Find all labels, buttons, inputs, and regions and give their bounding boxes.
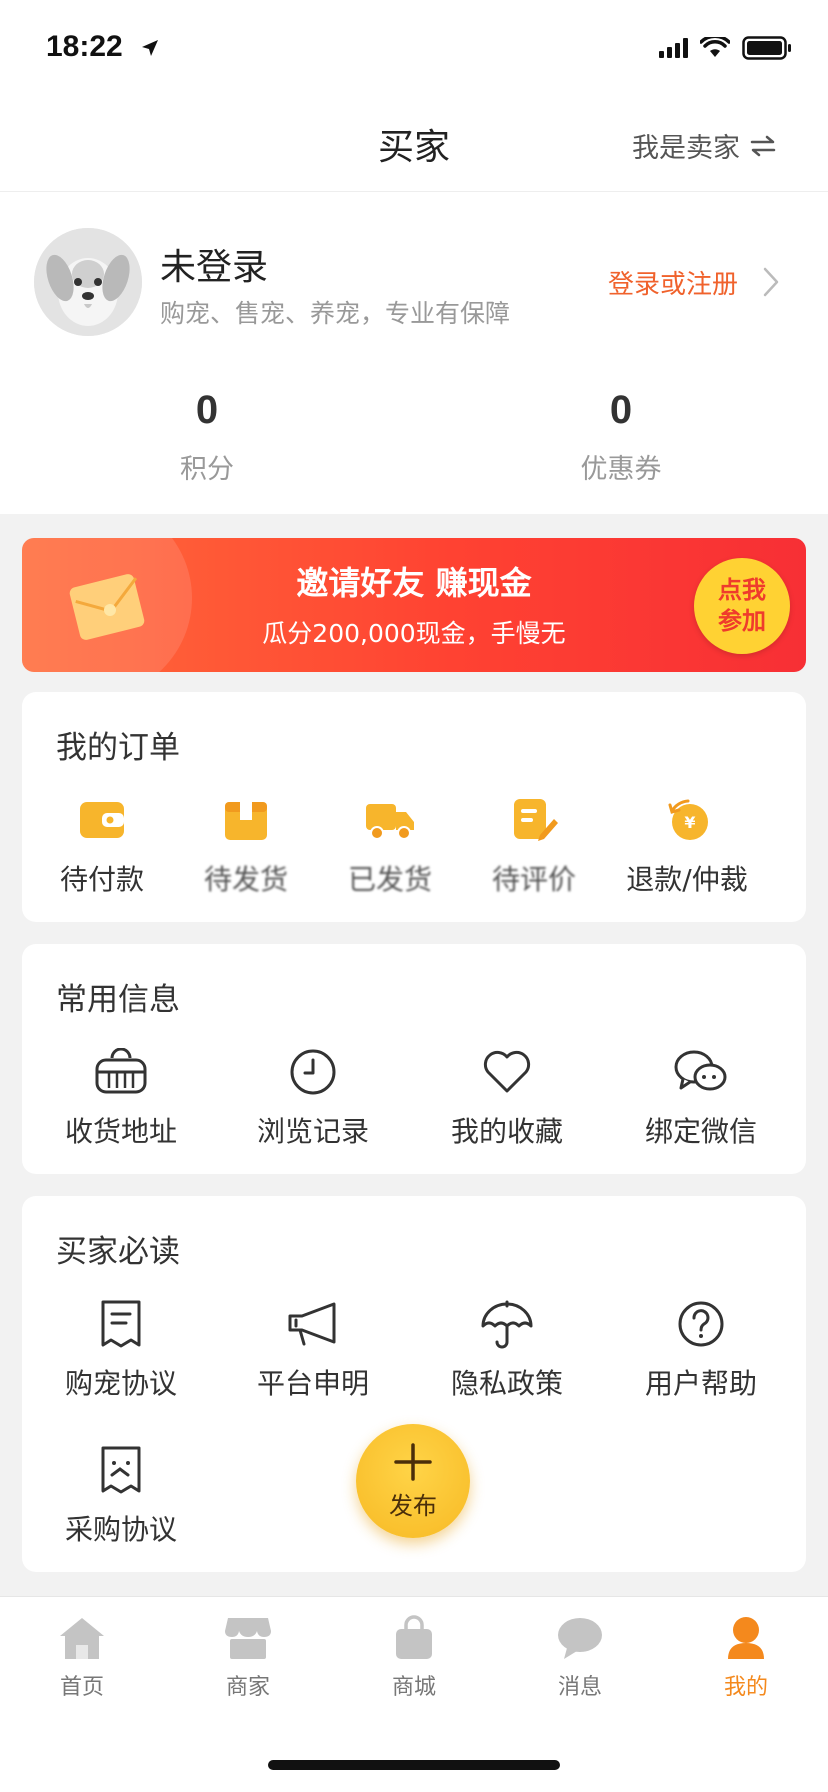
avatar[interactable] (34, 228, 142, 336)
procurement-agreement-item[interactable]: 采购协议 (48, 1442, 194, 1548)
megaphone-icon (285, 1296, 341, 1352)
section-title: 买家必读 (56, 1234, 180, 1270)
chevron-right-icon[interactable] (762, 266, 780, 298)
wifi-icon (700, 37, 730, 57)
box-icon (218, 792, 274, 848)
info-label: 浏览记录 (256, 1115, 369, 1148)
clock-icon (285, 1044, 341, 1100)
banner-subtitle: 瓜分200,000现金，手慢无 (262, 619, 566, 648)
swap-icon (750, 135, 776, 156)
umbrella-icon (479, 1296, 535, 1352)
privacy-policy-item[interactable]: 隐私政策 (434, 1296, 580, 1402)
location-arrow-icon (142, 40, 158, 56)
stat-value: 0 (195, 388, 219, 432)
order-label: 退款/仲裁 (626, 863, 748, 896)
chat-icon (558, 1618, 602, 1659)
home-indicator[interactable] (268, 1760, 560, 1770)
tab-mall[interactable]: 商城 (354, 1615, 474, 1701)
order-label: 待评价 (491, 863, 576, 896)
invite-banner[interactable]: 邀请好友 赚现金 瓜分200,000现金，手慢无 点我 参加 (22, 538, 806, 672)
dog-avatar-icon (34, 228, 142, 336)
section-title: 常用信息 (56, 982, 180, 1018)
nav-bar: 买家 我是卖家 (0, 96, 828, 192)
stat-value: 0 (609, 388, 633, 432)
tab-label: 商家 (225, 1675, 270, 1700)
svg-text:¥: ¥ (684, 813, 695, 832)
refund-icon: ¥ (659, 792, 715, 848)
shipping-address-item[interactable]: 收货地址 (48, 1044, 194, 1150)
join-button-line2: 参加 (718, 607, 766, 635)
order-pending-payment[interactable]: 待付款 (46, 792, 158, 898)
platform-statement-item[interactable]: 平台申明 (240, 1296, 386, 1402)
user-help-item[interactable]: 用户帮助 (628, 1296, 774, 1402)
status-indicators (659, 36, 792, 60)
cellular-signal-icon (659, 38, 688, 58)
review-icon (506, 792, 562, 848)
pet-carrier-icon (93, 1044, 149, 1100)
section-title: 我的订单 (56, 730, 180, 766)
battery-icon (742, 36, 791, 60)
tab-label: 我的 (723, 1675, 768, 1700)
home-icon (60, 1618, 104, 1659)
browsing-history-item[interactable]: 浏览记录 (240, 1044, 386, 1150)
common-info-card: 常用信息 收货地址 浏览记录 我的收藏 绑定微信 (22, 944, 806, 1174)
tab-messages[interactable]: 消息 (520, 1615, 640, 1701)
truck-icon (362, 792, 418, 848)
publish-button[interactable]: 发布 (356, 1424, 470, 1538)
stat-coupons[interactable]: 0 优惠券 (414, 388, 828, 486)
user-icon (728, 1617, 764, 1659)
info-label: 我的收藏 (450, 1115, 563, 1148)
banner-title: 邀请好友 赚现金 (296, 564, 532, 602)
order-label: 待发货 (203, 863, 288, 896)
order-label: 待付款 (59, 863, 144, 896)
my-favorites-item[interactable]: 我的收藏 (434, 1044, 580, 1150)
doc-label: 采购协议 (64, 1513, 177, 1546)
status-bar: 18:22 (0, 0, 828, 96)
stats-row: 0 积分 0 优惠券 (0, 388, 828, 486)
login-register-link[interactable]: 登录或注册 (608, 264, 738, 301)
stat-label: 积分 (180, 454, 234, 485)
profile-section: 未登录 购宠、售宠、养宠，专业有保障 登录或注册 0 积分 0 优惠券 (0, 192, 828, 514)
question-icon (673, 1296, 729, 1352)
stat-label: 优惠券 (580, 454, 662, 485)
user-name: 未登录 (160, 247, 269, 288)
plus-icon (394, 1442, 432, 1481)
bind-wechat-item[interactable]: 绑定微信 (628, 1044, 774, 1150)
info-label: 绑定微信 (644, 1115, 757, 1148)
shopping-bag-icon (396, 1615, 432, 1659)
order-shipped[interactable]: 已发货 (334, 792, 446, 898)
doc-label: 用户帮助 (644, 1367, 757, 1400)
wechat-icon (673, 1044, 729, 1100)
publish-label: 发布 (389, 1491, 437, 1520)
tab-mine[interactable]: 我的 (686, 1615, 806, 1701)
info-label: 收货地址 (64, 1115, 177, 1148)
tab-label: 商城 (391, 1675, 436, 1700)
doc-label: 隐私政策 (450, 1367, 563, 1400)
store-icon (225, 1618, 271, 1659)
my-orders-card: 我的订单 待付款 待发货 已发货 待评价 ¥ 退款/仲裁 (22, 692, 806, 922)
status-time: 18:22 (46, 30, 123, 63)
tab-home[interactable]: 首页 (22, 1615, 142, 1701)
wallet-icon (74, 792, 130, 848)
heart-icon (479, 1044, 535, 1100)
document-icon (93, 1442, 149, 1498)
switch-to-seller-button[interactable]: 我是卖家 (632, 126, 776, 165)
order-pending-shipment[interactable]: 待发货 (190, 792, 302, 898)
purchase-agreement-item[interactable]: 购宠协议 (48, 1296, 194, 1402)
receipt-icon (93, 1296, 149, 1352)
join-button[interactable]: 点我 参加 (694, 558, 790, 654)
order-refund-arbitration[interactable]: ¥ 退款/仲裁 (622, 792, 752, 898)
doc-label: 购宠协议 (64, 1367, 177, 1400)
tab-label: 首页 (59, 1675, 104, 1700)
switch-to-seller-label: 我是卖家 (632, 133, 740, 164)
doc-label: 平台申明 (256, 1367, 369, 1400)
tab-label: 消息 (557, 1675, 602, 1700)
order-pending-review[interactable]: 待评价 (478, 792, 590, 898)
join-button-line1: 点我 (718, 576, 766, 604)
user-tagline: 购宠、售宠、养宠，专业有保障 (160, 299, 511, 328)
stat-points[interactable]: 0 积分 (0, 388, 414, 486)
order-label: 已发货 (347, 863, 432, 896)
tab-merchants[interactable]: 商家 (188, 1615, 308, 1701)
